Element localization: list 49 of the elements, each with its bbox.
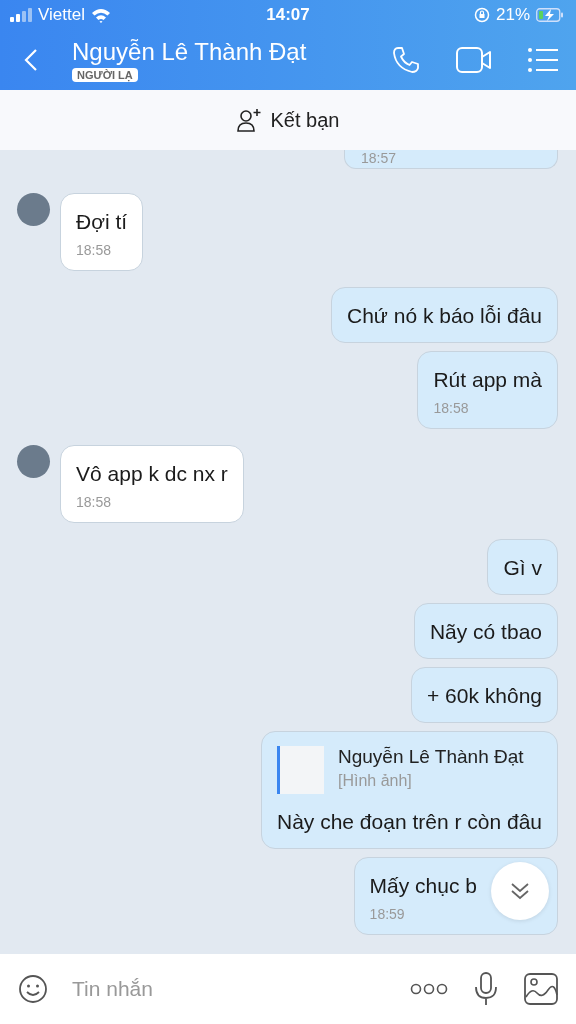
smiley-icon [18,974,48,1004]
battery-percent: 21% [495,5,530,25]
scroll-down-button[interactable] [491,862,549,920]
message-time: 18:58 [76,242,113,258]
add-friend-button[interactable]: Kết bạn [230,107,346,133]
message-text: Mấy chục b [369,873,477,899]
signal-icon [10,8,32,22]
add-person-icon [236,108,263,132]
microphone-icon [474,972,498,1006]
message-bubble[interactable]: Chứ nó k báo lỗi đâu [330,287,558,343]
message-bubble[interactable]: + 60k không [411,667,558,723]
message-time: 18:57 [361,150,398,166]
image-thumbnail [277,746,324,794]
avatar[interactable] [17,445,50,478]
message-text: Nãy có tbao [429,619,542,645]
message-time: 18:58 [433,400,470,416]
message-bubble[interactable]: Nguyễn Lê Thành Đạt [Hình ảnh] Này che đoạn trên r còn đâu [261,731,558,849]
rotation-lock-icon [473,7,490,23]
message-text: Đợi tí [76,209,128,235]
double-chevron-down-icon [510,881,530,901]
message-time: 18:59 [369,906,406,922]
image-icon [524,973,558,1005]
stranger-badge: NGƯỜI LẠ [72,68,138,82]
more-icon [410,983,448,995]
message-bubble[interactable]: Đợi tí 18:58 [60,193,144,271]
menu-icon [528,48,558,72]
phone-icon [392,46,420,74]
message-text: Rút app mà [433,367,542,393]
video-camera-icon [456,47,492,73]
message-text: Vô app k dc nx r [76,461,228,487]
battery-charging-icon [536,8,564,22]
message-bubble[interactable]: Rút app mà 18:58 [417,351,558,429]
back-icon [24,48,38,72]
message-bubble[interactable]: Nãy có tbao [413,603,558,659]
quote-sender: Nguyễn Lê Thành Đạt [338,746,524,768]
message-text: + 60k không [427,683,542,709]
message-bubble[interactable]: Gì v [487,539,558,595]
message-text: Chứ nó k báo lỗi đâu [346,303,542,329]
message-text: Này che đoạn trên r còn đâu [277,809,542,835]
message-time: 18:58 [76,494,113,510]
quote-type: [Hình ảnh] [338,772,413,790]
message-bubble[interactable]: Vô app k dc nx r 18:58 [60,445,244,523]
carrier-name: Viettel [38,5,85,25]
contact-name: Nguyễn Lê Thành Đạt [72,38,307,66]
status-time: 14:07 [266,5,310,25]
message-bubble[interactable]: Mấy chục b 18:59 [353,857,558,935]
message-text: Gì v [503,555,542,581]
wifi-icon [90,7,111,23]
avatar[interactable] [17,193,50,226]
